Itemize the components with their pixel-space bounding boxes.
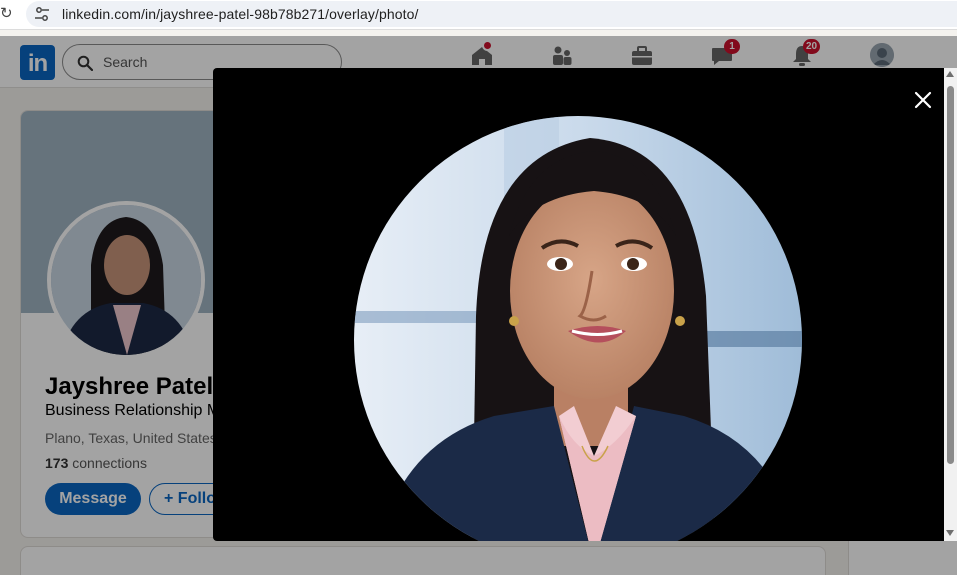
scroll-down-arrow-icon[interactable] [946,530,954,536]
scroll-thumb[interactable] [947,86,954,464]
close-icon [914,91,932,109]
browser-address-bar: ↻ linkedin.com/in/jayshree-patel-98b78b2… [0,0,957,30]
profile-photo [354,116,802,541]
page-scrollbar[interactable] [944,68,957,541]
reload-icon[interactable]: ↻ [0,6,13,22]
photo-modal [213,68,944,541]
url-text[interactable]: linkedin.com/in/jayshree-patel-98b78b271… [62,6,419,22]
close-button[interactable] [911,88,935,112]
scroll-up-arrow-icon[interactable] [946,71,954,77]
tune-icon[interactable] [34,6,50,22]
profile-photo-image [354,116,802,541]
